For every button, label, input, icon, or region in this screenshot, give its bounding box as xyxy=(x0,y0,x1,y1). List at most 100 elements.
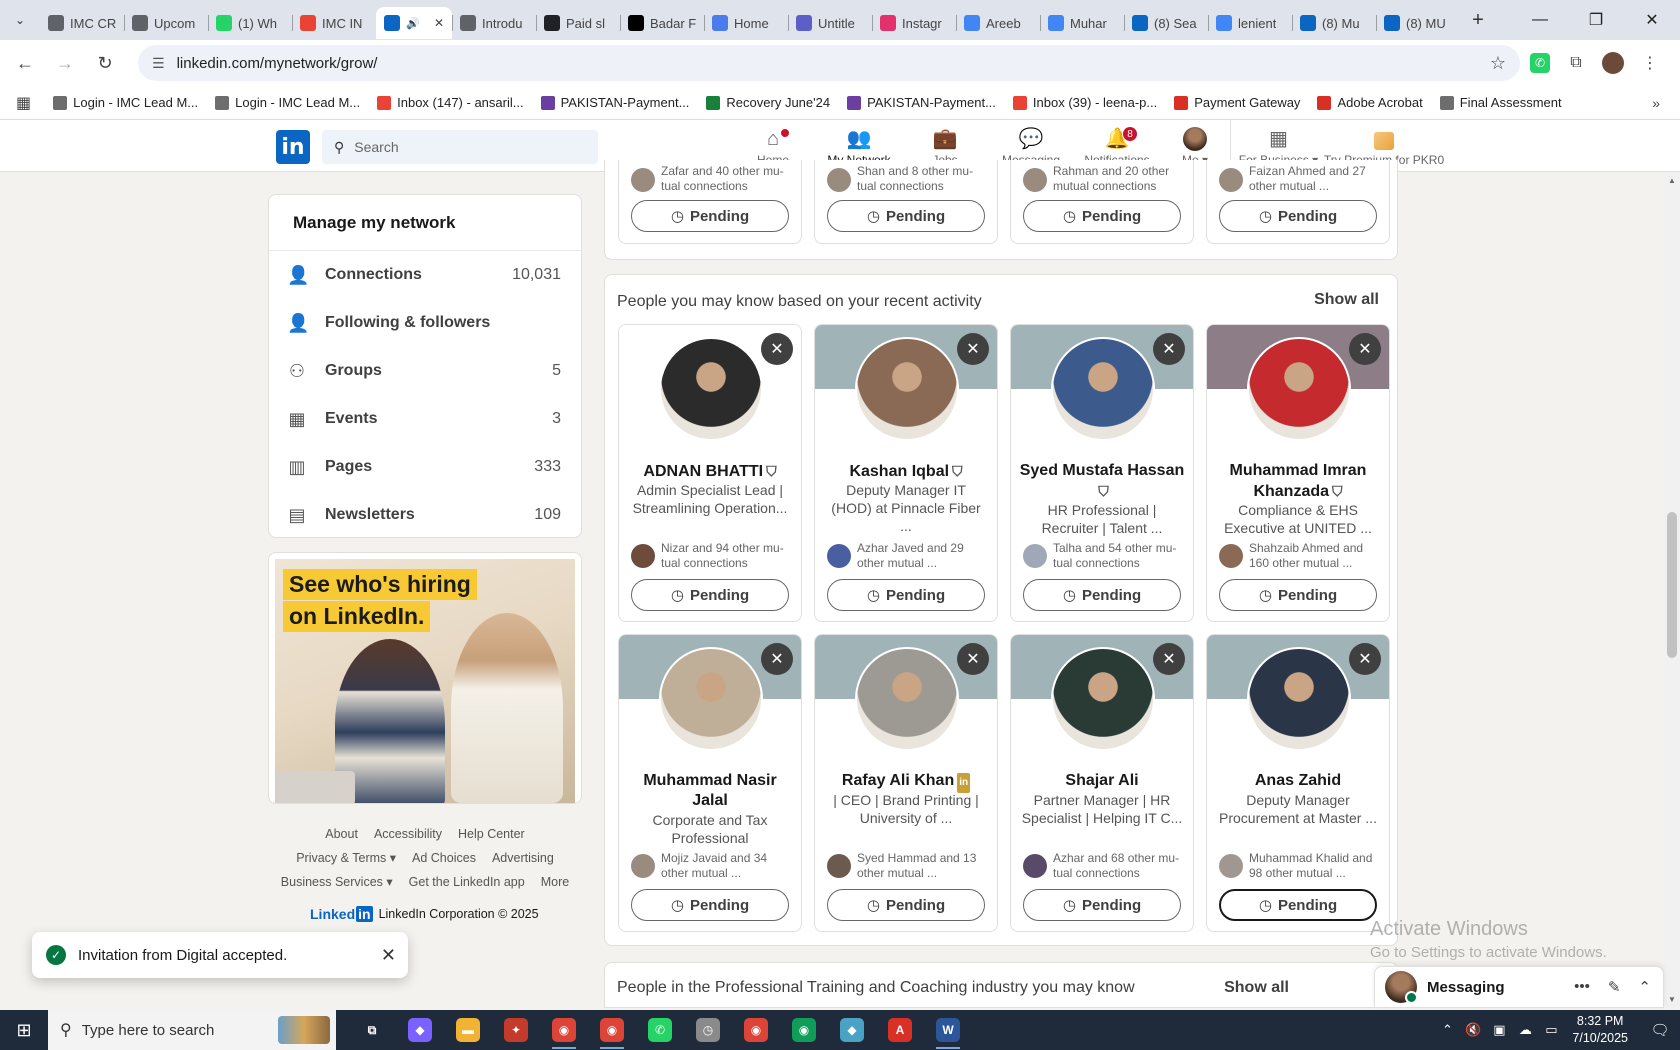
browser-tab[interactable]: (8) MU xyxy=(1376,7,1460,39)
person-name[interactable]: Rafay Ali Khan in xyxy=(823,771,989,793)
person-name[interactable]: Muhammad Nasir Jalal xyxy=(627,771,793,811)
pending-button[interactable]: ◷ Pending xyxy=(827,889,985,921)
person-card[interactable]: ✕ Rafay Ali Khan in | CEO | Brand Printing … xyxy=(814,634,998,932)
person-avatar[interactable] xyxy=(659,647,763,751)
taskbar-app-task-view[interactable]: ⧉ xyxy=(348,1010,396,1050)
person-avatar[interactable] xyxy=(1051,647,1155,751)
tab-search-icon[interactable]: ⌄ xyxy=(0,0,40,40)
browser-menu-icon[interactable]: ⋮ xyxy=(1638,51,1662,75)
browser-tab[interactable]: IMC IN xyxy=(292,7,376,39)
pending-button[interactable]: ◷ Pending xyxy=(1219,200,1377,232)
browser-tab[interactable]: Introdu xyxy=(452,7,536,39)
scroll-up-icon[interactable]: ▲ xyxy=(1668,176,1676,185)
pending-button[interactable]: ◷ Pending xyxy=(1219,889,1377,921)
restore-icon[interactable]: ❐ xyxy=(1568,0,1624,40)
taskbar-app-file-explorer[interactable]: ▬ xyxy=(444,1010,492,1050)
bookmark-item[interactable]: Inbox (39) - leena-p... xyxy=(1012,95,1157,110)
tray-overflow-icon[interactable]: ⌃ xyxy=(1434,1022,1460,1038)
bookmark-item[interactable]: Adobe Acrobat xyxy=(1317,95,1423,110)
dismiss-icon[interactable]: ✕ xyxy=(1349,333,1381,365)
dismiss-icon[interactable]: ✕ xyxy=(761,643,793,675)
minimize-icon[interactable]: — xyxy=(1512,0,1568,40)
manage-item-pages[interactable]: ▥ Pages 333 xyxy=(269,443,581,491)
pending-button[interactable]: ◷ Pending xyxy=(1219,579,1377,611)
forward-icon[interactable]: → xyxy=(48,46,82,80)
pending-button[interactable]: ◷ Pending xyxy=(1023,200,1181,232)
browser-tab[interactable]: (8) Mu xyxy=(1292,7,1376,39)
footer-link[interactable]: Business Services ▾ xyxy=(281,875,393,889)
taskbar-app-chrome-3[interactable]: ◉ xyxy=(732,1010,780,1050)
browser-tab[interactable]: Areeb xyxy=(956,7,1040,39)
taskbar-app-app-teal[interactable]: ◆ xyxy=(828,1010,876,1050)
browser-tab[interactable]: Badar F xyxy=(620,7,704,39)
bookmark-item[interactable]: Login - IMC Lead M... xyxy=(215,95,360,110)
browser-tab[interactable]: (8) Sea xyxy=(1124,7,1208,39)
toast-close-icon[interactable]: ✕ xyxy=(381,945,396,966)
pending-button[interactable]: ◷ Pending xyxy=(1023,579,1181,611)
hiring-ad[interactable]: See who's hiring on LinkedIn. xyxy=(268,552,582,804)
bookmark-item[interactable]: Inbox (147) - ansaril... xyxy=(377,95,524,110)
extensions-puzzle-icon[interactable]: ⧉ xyxy=(1564,51,1588,75)
new-tab-icon[interactable]: + xyxy=(1464,6,1492,34)
person-card[interactable]: ✕ Shajar Ali Partner Manager | HR Speciali… xyxy=(1010,634,1194,932)
next-show-all-button[interactable]: Show all xyxy=(1224,979,1289,997)
footer-link[interactable]: Get the LinkedIn app xyxy=(409,875,525,889)
pending-button[interactable]: ◷ Pending xyxy=(631,200,789,232)
browser-tab[interactable]: Paid sl xyxy=(536,7,620,39)
show-all-button[interactable]: Show all xyxy=(1314,291,1379,309)
person-avatar[interactable] xyxy=(1051,337,1155,441)
manage-item-following[interactable]: 👤 Following & followers xyxy=(269,299,581,347)
bookmark-item[interactable]: Login - IMC Lead M... xyxy=(53,95,198,110)
person-card[interactable]: ✕ Kashan Iqbal ⛉ Deputy Manager IT (HOD) at… xyxy=(814,324,998,622)
dismiss-icon[interactable]: ✕ xyxy=(761,333,793,365)
browser-tab[interactable]: Instagr xyxy=(872,7,956,39)
footer-link[interactable]: About xyxy=(325,827,358,841)
back-icon[interactable]: ← xyxy=(8,46,42,80)
meet-icon[interactable]: ▣ xyxy=(1486,1022,1512,1038)
person-avatar[interactable] xyxy=(659,337,763,441)
pending-button[interactable]: ◷ Pending xyxy=(631,889,789,921)
manage-item-events[interactable]: ▦ Events 3 xyxy=(269,395,581,443)
volume-muted-icon[interactable]: 🔇 xyxy=(1460,1022,1486,1038)
person-card[interactable]: ✕ Muhammad Imran Khanzada ⛉ Compliance & EH… xyxy=(1206,324,1390,622)
manage-item-newsletters[interactable]: ▤ Newsletters 109 xyxy=(269,491,581,539)
search-input[interactable]: ⚲ Search xyxy=(322,130,598,164)
browser-tab[interactable]: Upcom xyxy=(124,7,208,39)
chevron-up-icon[interactable]: ⌃ xyxy=(1638,978,1651,996)
person-card[interactable]: ✕ ADNAN BHATTI ⛉ Admin Specialist Lead | St… xyxy=(618,324,802,622)
person-name[interactable]: Shajar Ali xyxy=(1019,771,1185,791)
dismiss-icon[interactable]: ✕ xyxy=(957,643,989,675)
pending-button[interactable]: ◷ Pending xyxy=(1023,889,1181,921)
taskbar-app-app-red[interactable]: ✦ xyxy=(492,1010,540,1050)
bookmark-item[interactable]: Recovery June'24 xyxy=(706,95,830,110)
taskbar-app-word[interactable]: W xyxy=(924,1010,972,1050)
person-name[interactable]: Syed Mustafa Hassan ⛉ xyxy=(1019,461,1185,502)
linkedin-logo[interactable]: in xyxy=(276,130,310,164)
windows-start-icon[interactable]: ⊞ xyxy=(0,1010,48,1050)
taskbar-app-chrome-1[interactable]: ◉ xyxy=(540,1010,588,1050)
apps-grid-icon[interactable]: ▦ xyxy=(16,93,31,113)
scroll-down-icon[interactable]: ▼ xyxy=(1668,995,1676,1004)
pending-button[interactable]: ◷ Pending xyxy=(827,579,985,611)
footer-link[interactable]: Privacy & Terms ▾ xyxy=(296,851,396,865)
reload-icon[interactable]: ↻ xyxy=(88,46,122,80)
bookmark-item[interactable]: Final Assessment xyxy=(1439,95,1562,110)
person-name[interactable]: Kashan Iqbal ⛉ xyxy=(823,461,989,482)
person-avatar[interactable] xyxy=(1247,647,1351,751)
pending-button[interactable]: ◷ Pending xyxy=(827,200,985,232)
manage-item-connections[interactable]: 👤 Connections 10,031 xyxy=(269,251,581,299)
footer-link[interactable]: Advertising xyxy=(492,851,554,865)
taskbar-app-clock-app[interactable]: ◷ xyxy=(684,1010,732,1050)
taskbar-app-whatsapp[interactable]: ✆ xyxy=(636,1010,684,1050)
footer-link[interactable]: Help Center xyxy=(458,827,525,841)
compose-icon[interactable]: ✎ xyxy=(1608,978,1621,996)
dismiss-icon[interactable]: ✕ xyxy=(1153,643,1185,675)
person-name[interactable]: Anas Zahid xyxy=(1215,771,1381,791)
browser-tab[interactable]: Home xyxy=(704,7,788,39)
person-avatar[interactable] xyxy=(855,647,959,751)
person-card[interactable]: ✕ Syed Mustafa Hassan ⛉ HR Professional | R… xyxy=(1010,324,1194,622)
bookmark-item[interactable]: PAKISTAN-Payment... xyxy=(540,95,689,110)
taskbar-app-acrobat[interactable]: A xyxy=(876,1010,924,1050)
bookmark-item[interactable]: PAKISTAN-Payment... xyxy=(847,95,996,110)
bookmark-item[interactable]: Payment Gateway xyxy=(1174,95,1300,110)
